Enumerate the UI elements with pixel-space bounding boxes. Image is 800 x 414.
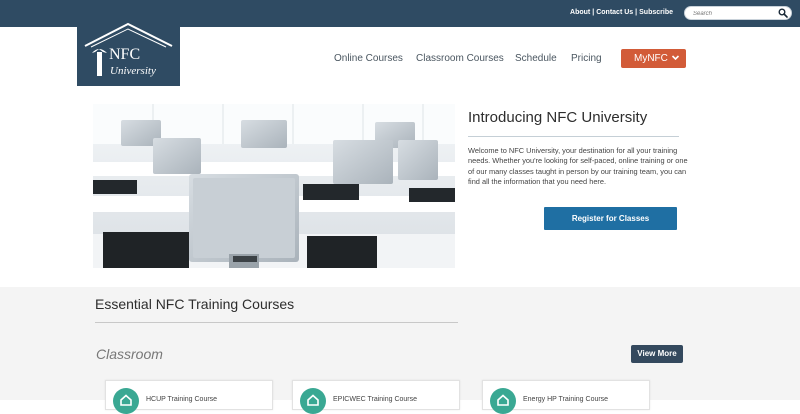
about-link[interactable]: About: [570, 9, 590, 16]
contact-us-link[interactable]: Contact Us: [596, 9, 633, 16]
nav-online-courses[interactable]: Online Courses: [334, 53, 403, 64]
course-card-energy-hp[interactable]: Energy HP Training Course: [482, 380, 650, 414]
course-card-hcup[interactable]: HCUP Training Course: [105, 380, 273, 414]
subscribe-link[interactable]: Subscribe: [639, 9, 673, 16]
top-links: About | Contact Us | Subscribe: [560, 9, 673, 16]
house-icon: [113, 388, 139, 414]
search-icon[interactable]: [778, 8, 788, 18]
house-icon: [490, 388, 516, 414]
nav-schedule[interactable]: Schedule: [515, 53, 557, 64]
mynfc-label: MyNFC: [634, 53, 668, 64]
hero-image-classroom: [93, 104, 455, 268]
house-icon: [300, 388, 326, 414]
search-input[interactable]: [693, 8, 777, 19]
classroom-heading: Classroom: [96, 346, 163, 362]
course-card-epicwec[interactable]: EPICWEC Training Course: [292, 380, 460, 414]
hero-title: Introducing NFC University: [468, 109, 648, 126]
link-separator: |: [592, 9, 595, 16]
search-box: [684, 6, 792, 20]
chevron-down-icon: [671, 55, 680, 61]
divider: [468, 136, 679, 137]
nav-classroom-courses[interactable]: Classroom Courses: [416, 53, 504, 64]
mynfc-button[interactable]: MyNFC: [621, 49, 686, 68]
link-separator: |: [635, 9, 638, 16]
register-for-classes-button[interactable]: Register for Classes: [544, 207, 677, 230]
section-title: Essential NFC Training Courses: [95, 296, 295, 312]
hero-description: Welcome to NFC University, your destinat…: [468, 146, 688, 186]
view-more-button[interactable]: View More: [631, 345, 683, 363]
nav-pricing[interactable]: Pricing: [571, 53, 602, 64]
divider: [95, 322, 458, 323]
